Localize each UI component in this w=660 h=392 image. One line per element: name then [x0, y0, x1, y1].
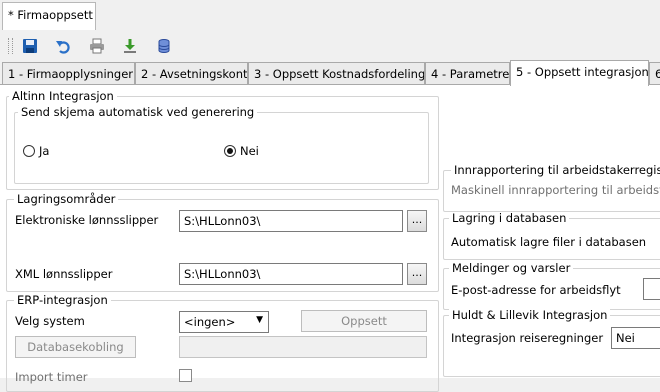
database-connection-field — [179, 336, 427, 358]
system-select[interactable]: <ingen> ▼ — [179, 311, 269, 333]
travel-integration-value: Nei — [616, 331, 635, 345]
messages-title: Meldinger og varsler — [449, 262, 574, 275]
database-storage-title: Lagring i databasen — [449, 212, 570, 225]
travel-integration-select[interactable]: Nei — [611, 327, 660, 349]
huldt-title: Huldt & Lillevik Integrasjon — [449, 309, 611, 322]
undo-icon[interactable] — [53, 36, 73, 56]
send-schema-group — [14, 112, 429, 184]
print-icon[interactable] — [87, 36, 107, 56]
select-system-label: Velg system — [15, 314, 85, 328]
save-icon[interactable] — [20, 36, 40, 56]
database-connection-button[interactable]: Databasekobling — [15, 336, 136, 358]
xml-payslips-browse-button[interactable]: ... — [407, 263, 427, 285]
electronic-payslips-path[interactable]: S:\HLLonn03\ — [179, 210, 403, 232]
radio-ja-label[interactable]: Ja — [39, 144, 49, 158]
tab-parametre[interactable]: 4 - Parametre — [425, 62, 510, 84]
tab-avsetningskonti[interactable]: 2 - Avsetningskonti — [135, 62, 248, 84]
travel-integration-label: Integrasjon reiseregninger — [451, 331, 604, 345]
altinn-group-title: Altinn Integrasjon — [9, 90, 117, 103]
xml-payslips-path[interactable]: S:\HLLonn03\ — [179, 263, 403, 285]
tab-6[interactable]: 6 — [649, 62, 660, 84]
xml-payslips-label: XML lønnsslipper — [15, 267, 113, 281]
workflow-email-label: E-post-adresse for arbeidsflyt — [451, 283, 621, 297]
erp-group-title: ERP-integrasjon — [14, 294, 111, 307]
radio-selected-dot — [227, 148, 233, 154]
tab-oppsett-kostnadsfordeling[interactable]: 3 - Oppsett Kostnadsfordeling — [248, 62, 425, 84]
document-tab-strip — [0, 0, 660, 33]
electronic-payslips-browse-button[interactable]: ... — [407, 210, 427, 232]
electronic-payslips-label: Elektroniske lønnsslipper — [15, 213, 159, 227]
radio-nei[interactable] — [224, 145, 236, 157]
setup-button[interactable]: Oppsett — [301, 310, 427, 332]
download-icon[interactable] — [120, 36, 140, 56]
chevron-down-icon: ▼ — [256, 315, 263, 325]
radio-ja[interactable] — [23, 145, 35, 157]
document-tab[interactable]: * Firmaoppsett — [2, 2, 96, 30]
send-schema-title: Send skjema automatisk ved generering — [18, 106, 258, 119]
radio-nei-label[interactable]: Nei — [240, 144, 259, 158]
innrapportering-text: Maskinell innrapportering til arbeidstak — [451, 183, 660, 197]
import-timer-label: Import timer — [15, 370, 88, 384]
tab-firmaopplysninger[interactable]: 1 - Firmaopplysninger — [2, 62, 135, 84]
import-timer-checkbox[interactable] — [179, 369, 192, 382]
tab-oppsett-integrasjon[interactable]: 5 - Oppsett integrasjon — [510, 60, 649, 86]
workflow-email-input[interactable] — [643, 278, 660, 300]
innrapportering-title: Innrapportering til arbeidstakerregiste — [451, 164, 660, 177]
storage-group-title: Lagringsområder — [14, 193, 119, 206]
database-storage-text: Automatisk lagre filer i databasen — [451, 235, 647, 249]
database-icon[interactable] — [154, 36, 174, 56]
system-select-value: <ingen> — [184, 315, 236, 329]
toolbar-grip[interactable] — [8, 38, 13, 54]
